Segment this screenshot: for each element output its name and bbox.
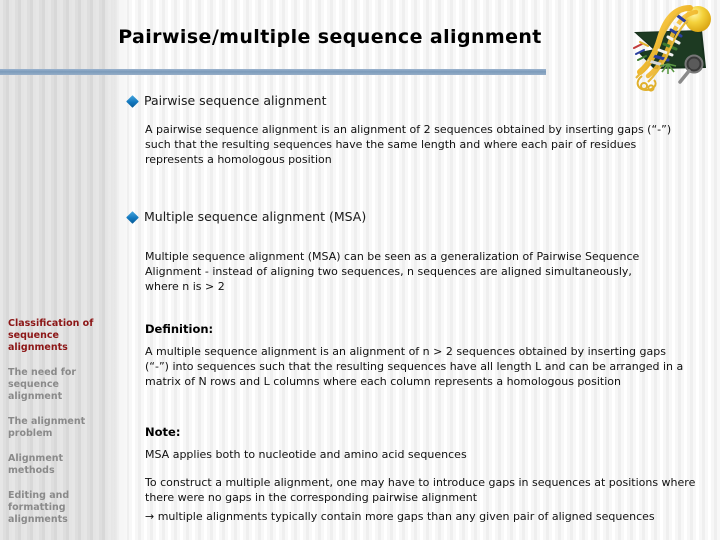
bullet-item-pairwise: Pairwise sequence alignment: [126, 93, 327, 108]
diamond-bullet-icon: [126, 95, 139, 108]
note-heading: Note:: [145, 425, 181, 439]
definition-heading: Definition:: [145, 322, 214, 336]
paragraph-msa-generalization: Multiple sequence alignment (MSA) can be…: [145, 250, 640, 293]
paragraph-construct-alignment: To construct a multiple alignment, one m…: [145, 476, 696, 504]
slide-content: Pairwise sequence alignment A pairwise s…: [0, 0, 720, 540]
paragraph-msa-definition: A multiple sequence alignment is an alig…: [145, 345, 684, 388]
bullet-item-msa: Multiple sequence alignment (MSA): [126, 209, 367, 224]
paragraph-note-applies: MSA applies both to nucleotide and amino…: [145, 448, 467, 461]
bullet-label-pairwise: Pairwise sequence alignment: [144, 93, 327, 108]
paragraph-pairwise-definition: A pairwise sequence alignment is an alig…: [145, 123, 672, 166]
diamond-bullet-icon: [126, 211, 139, 224]
paragraph-arrow-conclusion: → multiple alignments typically contain …: [145, 510, 655, 523]
bullet-label-msa: Multiple sequence alignment (MSA): [144, 209, 367, 224]
slide-canvas: Pairwise/multiple sequence alignment Cla…: [0, 0, 720, 540]
